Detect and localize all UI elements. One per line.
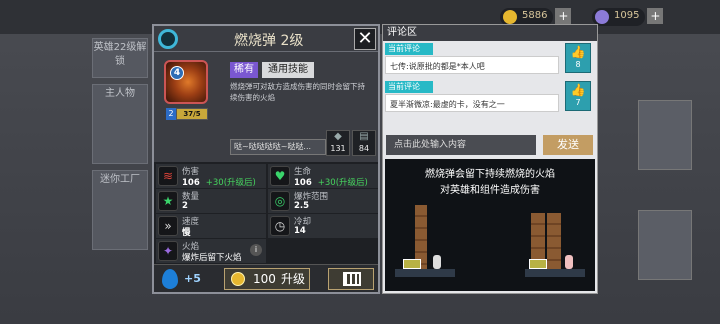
stats-grid: ≋ 伤害 106 +30(升级后) ♥ 生命 106 +30(升级后) ★ 数量 2… (154, 162, 378, 264)
film-icon (343, 272, 361, 286)
skill-info: 4 2 37/5 稀有 通用技能 燃烧弹可对敌方造成伤害的同时会留下持续伤害的火… (154, 52, 378, 162)
card-slot[interactable] (638, 210, 692, 280)
skill-description: 燃烧弹可对敌方造成伤害的同时会留下持续伤害的火焰 (230, 82, 365, 102)
stat-value: 慢 (182, 228, 191, 238)
gem-icon (595, 10, 609, 24)
comment-badge: 当前评论 (385, 81, 433, 93)
blue-drop-icon (162, 269, 178, 289)
video-button[interactable] (328, 268, 374, 290)
comment-text: 夏半渐微凉:最虚的卡，没有之一 (385, 94, 559, 112)
skill-type-tag: 通用技能 (262, 62, 314, 78)
left-menu: 英雄22级解锁 主人物 迷你工厂 (92, 38, 150, 324)
stat-flame: ✦ 火焰 爆炸后留下火焰 i (156, 239, 266, 263)
gem-counter: 1095 + (592, 8, 664, 26)
mini-factory-button[interactable]: 迷你工厂 (92, 170, 148, 250)
turret-icon (529, 259, 547, 269)
claw-icon: ≋ (158, 166, 178, 186)
comment-text: 七传:说原批的都是*本人吧 (385, 56, 559, 74)
hero-sprite (433, 255, 441, 269)
thumbs-up-icon: 👍 (570, 45, 586, 59)
preview-caption: 燃烧弹会留下持续燃烧的火焰 对英雄和组件造成伤害 (385, 167, 595, 199)
comment-badge: 当前评论 (385, 43, 433, 55)
comments-title: 评论区 (383, 25, 597, 41)
stat-upgrade: +30(升级后) (317, 178, 368, 188)
star-icon: ★ (158, 191, 178, 211)
flame-icon: ✦ (158, 241, 178, 261)
like-button[interactable]: 👍 7 (565, 81, 591, 111)
upgrade-label: 升级 (281, 272, 306, 286)
speed-icon: » (158, 216, 178, 236)
stat-value: 2 (182, 201, 188, 211)
level-badge: 4 (170, 66, 184, 80)
comment-preview[interactable]: 哒~哒哒哒哒~哒哒... (230, 139, 326, 155)
stat-value: 2.5 (294, 201, 310, 211)
like-count: 8 (575, 60, 581, 69)
gold-amount: 5886 (522, 10, 548, 21)
stat-upgrade: +30(升级后) (205, 178, 256, 188)
panel-title: 燃烧弹 2级 (234, 33, 304, 49)
gem-amount: 1095 (614, 10, 640, 21)
preview-caption-line: 燃烧弹会留下持续燃烧的火焰 (425, 169, 555, 180)
stat-blast-range: ◎ 爆炸范围 2.5 (268, 189, 378, 213)
shield-icon: ◆ (334, 131, 342, 142)
stat-damage: ≋ 伤害 106 +30(升级后) (156, 164, 266, 188)
coin-icon (503, 10, 517, 24)
card-progress-text: 37/5 (183, 110, 201, 118)
hero-unlock-button[interactable]: 英雄22级解锁 (92, 38, 148, 78)
comment-count[interactable]: ▤ 84 (352, 130, 376, 156)
view-count[interactable]: ◆ 131 (326, 130, 350, 156)
stat-value: 爆炸后留下火焰 (182, 253, 242, 263)
main-character-button[interactable]: 主人物 (92, 84, 148, 164)
comments-panel: 评论区 当前评论 七传:说原批的都是*本人吧 👍 8 当前评论 夏半渐微凉:最虚… (382, 24, 598, 294)
comment-input[interactable]: 点击此处输入内容 (386, 135, 536, 155)
stat-speed: » 速度 慢 (156, 214, 266, 238)
heart-icon: ♥ (270, 166, 290, 186)
stat-health: ♥ 生命 106 +30(升级后) (268, 164, 378, 188)
comment-icon: ▤ (359, 131, 369, 142)
stat-value: 106 +30(升级后) (294, 176, 368, 188)
platform (395, 269, 455, 277)
thumbs-up-icon: 👍 (570, 83, 586, 97)
preview-caption-line: 对英雄和组件造成伤害 (440, 185, 540, 196)
right-side (598, 40, 718, 324)
ring-icon (158, 29, 178, 49)
stat-value: 14 (294, 226, 306, 236)
card-slot[interactable] (638, 100, 692, 170)
skill-preview: 燃烧弹会留下持续燃烧的火焰 对英雄和组件造成伤害 (385, 159, 595, 291)
panel-footer: +5 100 升级 (154, 264, 378, 292)
cooldown-icon: ◷ (270, 216, 290, 236)
close-button[interactable]: ✕ (354, 28, 376, 50)
list-item: 当前评论 夏半渐微凉:最虚的卡，没有之一 👍 7 (385, 81, 595, 112)
add-gem-button[interactable]: + (647, 8, 664, 24)
upgrade-cost: 100 (253, 272, 276, 286)
stat-number: 106 (294, 178, 312, 188)
like-button[interactable]: 👍 8 (565, 43, 591, 73)
stat-count: ★ 数量 2 (156, 189, 266, 213)
list-item: 当前评论 七传:说原批的都是*本人吧 👍 8 (385, 43, 595, 74)
view-count-value: 131 (330, 144, 346, 153)
send-button[interactable]: 发送 (543, 135, 593, 155)
upgrade-button[interactable]: 100 升级 (224, 268, 310, 290)
rarity-tag: 稀有 (230, 62, 258, 78)
stat-number: 106 (182, 178, 200, 188)
stat-cooldown: ◷ 冷却 14 (268, 214, 378, 238)
card-progress-bar: 37/5 (176, 108, 208, 120)
stat-value: 106 +30(升级后) (182, 176, 256, 188)
like-count: 7 (575, 98, 581, 107)
add-gold-button[interactable]: + (555, 8, 572, 24)
hero-sprite (565, 255, 573, 269)
fire-bomb-icon[interactable]: 4 (164, 60, 208, 104)
platform (525, 269, 585, 277)
skill-detail-panel: 燃烧弹 2级 ✕ 4 2 37/5 稀有 通用技能 燃烧弹可对敌方造成伤害的同时… (152, 24, 380, 294)
turret-icon (403, 259, 421, 269)
wall-pillar (547, 213, 561, 269)
card-level: 2 (166, 108, 176, 120)
panel-header: 燃烧弹 2级 ✕ (154, 26, 378, 52)
info-icon[interactable]: i (250, 244, 262, 256)
coin-icon (231, 272, 245, 286)
blast-icon: ◎ (270, 191, 290, 211)
gem-gain: +5 (184, 272, 201, 285)
comment-count-value: 84 (358, 144, 370, 153)
